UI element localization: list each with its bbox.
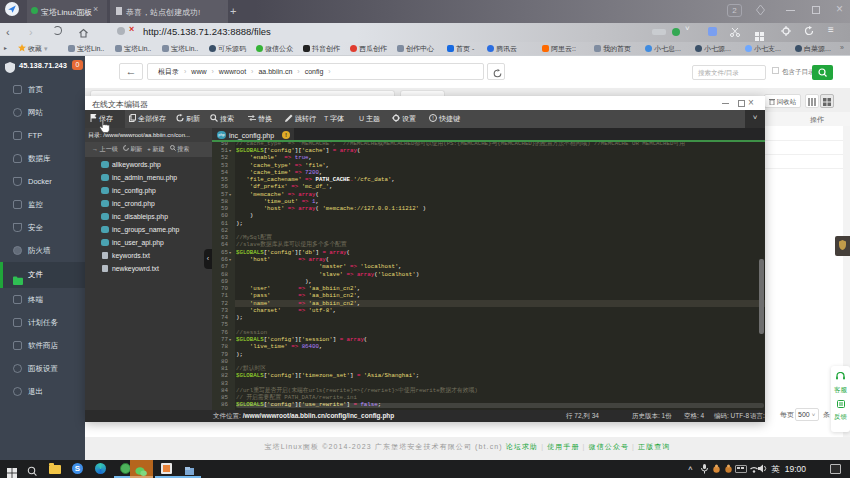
svg-text:!: ! (432, 115, 434, 121)
